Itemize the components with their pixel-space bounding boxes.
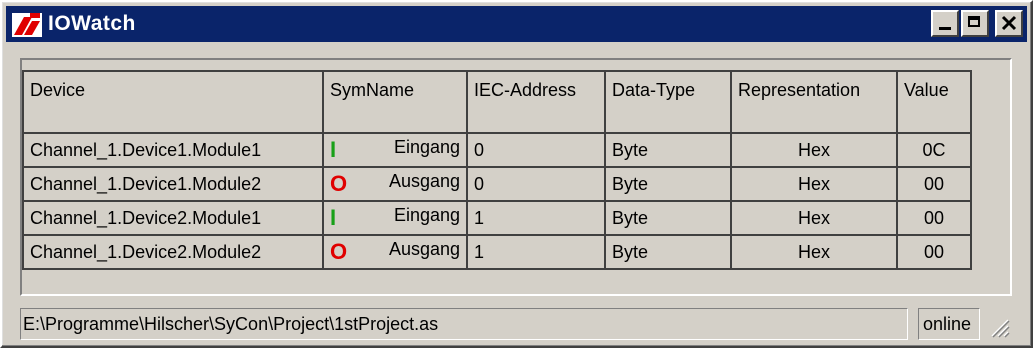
device-cell: Channel_1.Device1.Module2 xyxy=(22,166,324,202)
symname-cell: O Ausgang xyxy=(322,234,468,270)
table-row[interactable]: Channel_1.Device1.Module1 I Eingang 0 By… xyxy=(22,132,972,168)
column-header-representation[interactable]: Representation xyxy=(730,70,898,134)
maximize-button[interactable] xyxy=(961,10,989,37)
data-type-cell: Byte xyxy=(604,200,732,236)
device-cell: Channel_1.Device2.Module2 xyxy=(22,234,324,270)
representation-cell[interactable]: Hex xyxy=(730,200,898,236)
maximize-icon xyxy=(968,16,980,27)
column-header-device[interactable]: Device xyxy=(22,70,324,134)
symname-label: Eingang xyxy=(393,205,460,225)
iec-address-cell: 1 xyxy=(466,234,606,270)
column-header-symname[interactable]: SymName xyxy=(322,70,468,134)
value-cell[interactable]: 00 xyxy=(896,234,972,270)
input-marker-icon: I xyxy=(330,137,337,162)
window-title: IOWatch xyxy=(48,12,136,35)
table-row[interactable]: Channel_1.Device2.Module2 O Ausgang 1 By… xyxy=(22,234,972,270)
representation-cell[interactable]: Hex xyxy=(730,132,898,168)
close-button[interactable] xyxy=(995,10,1023,37)
table-row[interactable]: Channel_1.Device1.Module2 O Ausgang 0 By… xyxy=(22,166,972,202)
symname-cell: I Eingang xyxy=(322,132,468,168)
device-cell: Channel_1.Device1.Module1 xyxy=(22,132,324,168)
connection-status: online xyxy=(918,308,980,340)
symname-label: Ausgang xyxy=(388,171,460,191)
resize-grip-icon[interactable] xyxy=(988,316,1010,338)
table-header-row: Device SymName IEC-Address Data-Type Rep… xyxy=(22,70,972,134)
data-type-cell: Byte xyxy=(604,132,732,168)
close-icon xyxy=(1001,15,1017,31)
representation-cell[interactable]: Hex xyxy=(730,234,898,270)
iec-address-cell: 0 xyxy=(466,166,606,202)
data-type-cell: Byte xyxy=(604,166,732,202)
symname-cell: I Eingang xyxy=(322,200,468,236)
minimize-button[interactable] xyxy=(931,10,959,37)
value-cell[interactable]: 00 xyxy=(896,166,972,202)
iec-address-cell: 1 xyxy=(466,200,606,236)
symname-label: Ausgang xyxy=(388,239,460,259)
value-cell[interactable]: 0C xyxy=(896,132,972,168)
column-header-iec-address[interactable]: IEC-Address xyxy=(466,70,606,134)
iowatch-window: IOWatch Device SymName IEC-Address Data-… xyxy=(0,0,1033,348)
value-cell[interactable]: 00 xyxy=(896,200,972,236)
title-bar[interactable]: IOWatch xyxy=(6,6,1027,42)
project-path: E:\Programme\Hilscher\SyCon\Project\1stP… xyxy=(20,308,908,340)
table-row[interactable]: Channel_1.Device2.Module1 I Eingang 1 By… xyxy=(22,200,972,236)
column-header-value[interactable]: Value xyxy=(896,70,972,134)
column-header-data-type[interactable]: Data-Type xyxy=(604,70,732,134)
output-marker-icon: O xyxy=(330,171,348,196)
representation-cell[interactable]: Hex xyxy=(730,166,898,202)
status-bar: E:\Programme\Hilscher\SyCon\Project\1stP… xyxy=(20,308,1012,342)
symname-label: Eingang xyxy=(393,137,460,157)
io-table: Device SymName IEC-Address Data-Type Rep… xyxy=(22,70,972,270)
data-type-cell: Byte xyxy=(604,234,732,270)
input-marker-icon: I xyxy=(330,205,337,230)
device-cell: Channel_1.Device2.Module1 xyxy=(22,200,324,236)
output-marker-icon: O xyxy=(330,239,348,264)
minimize-icon xyxy=(939,27,951,30)
app-logo-icon xyxy=(12,13,42,37)
iec-address-cell: 0 xyxy=(466,132,606,168)
symname-cell: O Ausgang xyxy=(322,166,468,202)
